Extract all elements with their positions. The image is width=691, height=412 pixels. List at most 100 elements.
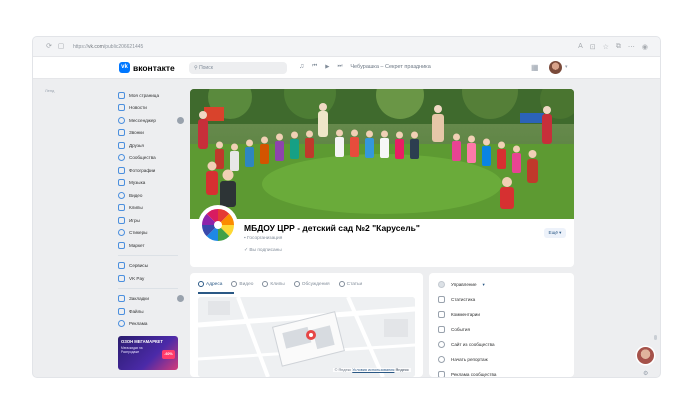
- subscription-status[interactable]: ✓ Вы подписаны: [244, 248, 282, 253]
- location-icon: [198, 281, 204, 287]
- home-icon: [118, 91, 125, 99]
- management-dropdown[interactable]: Управление ▾: [438, 281, 485, 288]
- user-avatar[interactable]: [549, 61, 562, 74]
- collections-icon[interactable]: ⧉: [616, 43, 621, 51]
- management-item-label: Комментарии: [451, 312, 480, 317]
- tab-label: Адреса: [206, 281, 223, 287]
- sidebar-item[interactable]: VK Pay: [118, 272, 184, 285]
- management-item[interactable]: Сайт из сообщества: [438, 341, 495, 348]
- tab-4[interactable]: Обсуждения: [293, 281, 330, 287]
- sidebar-item[interactable]: Звонки: [118, 127, 184, 140]
- vk-logo[interactable]: vk вконтакте: [119, 62, 175, 73]
- management-item[interactable]: Реклама сообщества: [438, 371, 496, 377]
- sidebar-main-list: Моя страница Новости Мессенджер Звонки Друзь…: [118, 89, 184, 252]
- ad-banner[interactable]: ОЗОН МЕГАМАРКЕТ Мегаскидки на Распродаже…: [118, 336, 178, 370]
- search-placeholder: Поиск: [199, 65, 213, 71]
- tab-label: Обсуждения: [301, 281, 330, 287]
- profile-icon[interactable]: ◉: [642, 43, 648, 51]
- tab-label: Клипы: [270, 281, 285, 287]
- bookmarks-icon: [118, 295, 125, 303]
- play-icon[interactable]: ▶: [325, 64, 329, 70]
- sidebar-item[interactable]: Музыка: [118, 177, 184, 190]
- ad-banner-subtitle: Мегаскидки на Распродаже: [121, 346, 143, 354]
- search-input[interactable]: ⚲ Поиск: [189, 62, 287, 74]
- tab-1[interactable]: Адреса: [198, 281, 222, 287]
- management-item[interactable]: Комментарии: [438, 311, 480, 318]
- sidebar-services-list: Сервисы VK Pay: [118, 260, 184, 285]
- management-item-label: События: [451, 327, 470, 332]
- sidebar-item-label: Друзья: [129, 142, 144, 148]
- tab-label: Видео: [239, 281, 254, 287]
- vkpay-icon: [118, 274, 125, 282]
- sidebar-item[interactable]: Стикеры: [118, 227, 184, 240]
- map-terms-link[interactable]: Условия использования: [352, 368, 394, 372]
- management-item[interactable]: Начать репортаж: [438, 356, 488, 363]
- ad-banner-title: ОЗОН МЕГАМАРКЕТ: [121, 339, 163, 344]
- scrollbar[interactable]: [654, 335, 657, 340]
- sidebar-item[interactable]: Видео: [118, 189, 184, 202]
- games-icon: [118, 216, 125, 224]
- more-button[interactable]: Ещё ▾: [544, 228, 566, 238]
- extensions-icon[interactable]: ⋯: [628, 43, 635, 51]
- sidebar-item[interactable]: Сервисы: [118, 260, 184, 273]
- translate-icon[interactable]: A: [578, 43, 583, 51]
- clips-icon: [118, 204, 125, 212]
- url-path: /public206621445: [103, 43, 144, 50]
- sidebar-item[interactable]: Клипы: [118, 202, 184, 215]
- vk-logo-icon: vk: [119, 62, 130, 73]
- sidebar-item[interactable]: Закладки: [118, 293, 184, 306]
- map-provider-logo: Яндекс: [395, 368, 409, 372]
- address-map[interactable]: © Яндекс Условия использования Яндекс: [198, 297, 415, 377]
- sidebar-item[interactable]: Новости: [118, 102, 184, 115]
- sidebar-item[interactable]: Фотографии: [118, 164, 184, 177]
- vk-header: vk вконтакте ⚲ Поиск ♫ ⏮ ▶ ⏭ Чебурашка –…: [33, 57, 660, 79]
- chat-avatar[interactable]: [637, 347, 654, 364]
- sidebar-item-label: Сервисы: [129, 263, 149, 269]
- group-header-card: МБДОУ ЦРР - детский сад №2 "Карусель" ▪ …: [190, 205, 574, 267]
- browser-toolbar: ⟳ ▢ https://vk.com/public206621445 A ⊡ ☆…: [33, 37, 660, 57]
- tab-2[interactable]: Видео: [231, 281, 253, 287]
- reader-icon[interactable]: ⊡: [590, 43, 596, 51]
- sidebar-item-label: Новости: [129, 105, 147, 111]
- content-tabs: Адреса Видео Клипы Обсуждения Статьи: [198, 281, 362, 287]
- next-track-icon[interactable]: ⏭: [337, 63, 342, 70]
- services-icon: [118, 262, 125, 270]
- page-info-icon[interactable]: ▢: [57, 43, 65, 51]
- sidebar-item[interactable]: Моя страница: [118, 89, 184, 102]
- tab-5[interactable]: Статьи: [338, 281, 362, 287]
- left-edge-label: Ленд: [45, 88, 55, 93]
- group-cover-photo: [190, 89, 574, 219]
- sidebar-item[interactable]: Игры: [118, 214, 184, 227]
- sidebar-item-label: Стикеры: [129, 230, 148, 236]
- url-domain: vk.com: [88, 43, 104, 50]
- sidebar-item[interactable]: Маркет: [118, 239, 184, 252]
- sidebar-item[interactable]: Реклама: [118, 318, 184, 331]
- subscription-status-label: Вы подписаны: [249, 248, 282, 253]
- tab-3[interactable]: Клипы: [262, 281, 285, 287]
- apps-grid-icon[interactable]: ▦: [531, 63, 539, 72]
- browser-actions: A ⊡ ☆ ⧉ ⋯ ◉: [578, 43, 648, 51]
- ad-banner-discount: -60%: [162, 350, 175, 359]
- photos-icon: [118, 166, 125, 174]
- chevron-down-icon[interactable]: ▾: [565, 64, 568, 70]
- previous-track-icon[interactable]: ⏮: [312, 63, 317, 70]
- address-bar[interactable]: https://vk.com/public206621445: [73, 44, 143, 50]
- sidebar-item-label: Видео: [129, 192, 143, 198]
- messenger-icon: [118, 116, 125, 124]
- vk-logo-text: вконтакте: [133, 62, 175, 73]
- sidebar-item-label: Музыка: [129, 180, 146, 186]
- star-icon[interactable]: ☆: [603, 43, 609, 51]
- group-avatar[interactable]: [198, 205, 238, 245]
- management-item[interactable]: Статистика: [438, 296, 475, 303]
- settings-gear-icon[interactable]: ⚙: [643, 370, 648, 377]
- sidebar-item-label: Моя страница: [129, 92, 159, 98]
- sidebar-item[interactable]: Файлы: [118, 305, 184, 318]
- player-track-title[interactable]: Чебурашка – Секрет праздника: [350, 64, 430, 70]
- sidebar-item[interactable]: Сообщества: [118, 152, 184, 165]
- sidebar-item[interactable]: Мессенджер: [118, 114, 184, 127]
- reload-icon[interactable]: ⟳: [45, 43, 53, 51]
- sidebar-item[interactable]: Друзья: [118, 139, 184, 152]
- market-icon: [118, 241, 125, 249]
- notifications-bell-icon[interactable]: ♫: [299, 63, 304, 70]
- management-item[interactable]: События: [438, 326, 470, 333]
